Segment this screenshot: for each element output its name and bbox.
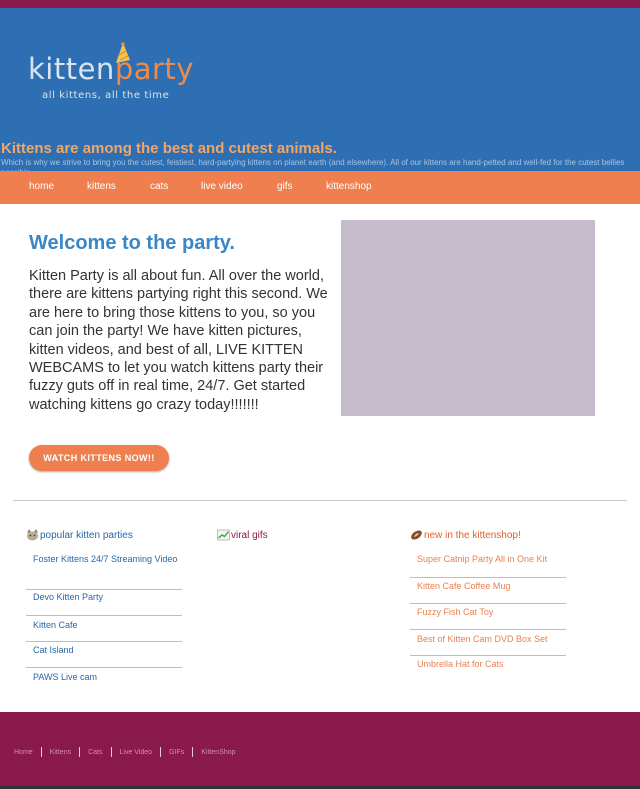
list-item: Super Catnip Party All in One Kit [410, 552, 566, 578]
popular-link-paws-live-cam[interactable]: PAWS Live cam [33, 668, 182, 684]
popular-parties-heading: popular kitten parties [26, 528, 182, 542]
viral-gifs-heading: viral gifs [217, 528, 373, 542]
list-item: Kitten Cafe Coffee Mug [410, 578, 566, 604]
football-icon [411, 530, 422, 540]
viral-gifs-column: viral gifs [217, 528, 373, 542]
list-item: Kitten Cafe [26, 616, 182, 642]
party-hat-icon [116, 42, 130, 63]
kittenshop-heading: new in the kittenshop! [410, 528, 566, 542]
chart-up-icon [217, 529, 230, 541]
nav-kittens[interactable]: kittens [87, 181, 116, 192]
main-nav: home kittens cats live video gifs kitten… [0, 171, 640, 204]
nav-kittenshop[interactable]: kittenshop [326, 181, 372, 192]
site-header: kittenparty all kittens, all the time Ki… [0, 8, 640, 177]
nav-cats[interactable]: cats [150, 181, 168, 192]
site-footer: Home Kittens Cats Live Video GIFs Kitten… [0, 712, 640, 786]
logo-tagline: all kittens, all the time [42, 90, 170, 101]
popular-link-foster-kittens[interactable]: Foster Kittens 24/7 Streaming Video [33, 552, 182, 566]
popular-link-cat-island[interactable]: Cat Island [33, 642, 182, 657]
footer-link-home[interactable]: Home [14, 749, 33, 756]
footer-link-gifs[interactable]: GIFs [169, 749, 184, 756]
cat-face-icon [27, 529, 38, 541]
section-divider [13, 500, 627, 501]
list-item: Fuzzy Fish Cat Toy [410, 604, 566, 630]
hero-image-placeholder[interactable] [341, 220, 595, 416]
list-item: Umbrella Hat for Cats [410, 656, 566, 681]
list-item: Best of Kitten Cam DVD Box Set [410, 630, 566, 656]
list-item: Foster Kittens 24/7 Streaming Video [26, 552, 182, 590]
shop-link-catnip-kit[interactable]: Super Catnip Party All in One Kit [417, 552, 566, 566]
list-item: PAWS Live cam [26, 668, 182, 693]
logo-word-kitten: kitten [28, 52, 115, 86]
footer-link-kittens[interactable]: Kittens [50, 749, 71, 756]
list-item: Cat Island [26, 642, 182, 668]
nav-home[interactable]: home [29, 181, 54, 192]
shop-link-dvd-box-set[interactable]: Best of Kitten Cam DVD Box Set [417, 630, 566, 646]
popular-link-devo-kitten-party[interactable]: Devo Kitten Party [33, 590, 182, 604]
watch-kittens-button[interactable]: WATCH KITTENS NOW!! [29, 445, 169, 471]
footer-separator [160, 747, 162, 757]
footer-separator [79, 747, 81, 757]
nav-gifs[interactable]: gifs [277, 181, 293, 192]
viral-gifs-heading-label: viral gifs [231, 529, 268, 541]
footer-link-kittenshop[interactable]: KittenShop [201, 749, 235, 756]
nav-live-video[interactable]: live video [201, 181, 243, 192]
shop-link-umbrella-hat[interactable]: Umbrella Hat for Cats [417, 656, 566, 671]
header-headline: Kittens are among the best and cutest an… [1, 140, 337, 157]
popular-link-kitten-cafe[interactable]: Kitten Cafe [33, 616, 182, 632]
page-title: Welcome to the party. [29, 232, 235, 254]
kittenshop-column: new in the kittenshop! Super Catnip Part… [410, 528, 566, 681]
footer-separator [192, 747, 194, 757]
kittenshop-heading-label: new in the kittenshop! [424, 529, 521, 541]
popular-parties-column: popular kitten parties Foster Kittens 24… [26, 528, 182, 693]
footer-separator [110, 747, 112, 757]
footer-link-live-video[interactable]: Live Video [120, 749, 153, 756]
site-logo[interactable]: kittenparty all kittens, all the time [28, 42, 194, 101]
footer-separator [40, 747, 42, 757]
footer-link-cats[interactable]: Cats [88, 749, 102, 756]
list-item: Devo Kitten Party [26, 590, 182, 616]
logo-wordmark: kittenparty [28, 54, 194, 84]
shop-link-fish-toy[interactable]: Fuzzy Fish Cat Toy [417, 604, 566, 619]
shop-link-coffee-mug[interactable]: Kitten Cafe Coffee Mug [417, 578, 566, 593]
top-accent-stripe [0, 0, 640, 8]
footer-nav: Home Kittens Cats Live Video GIFs Kitten… [14, 747, 236, 757]
popular-parties-heading-label: popular kitten parties [40, 529, 133, 541]
intro-paragraph: Kitten Party is all about fun. All over … [29, 268, 328, 413]
